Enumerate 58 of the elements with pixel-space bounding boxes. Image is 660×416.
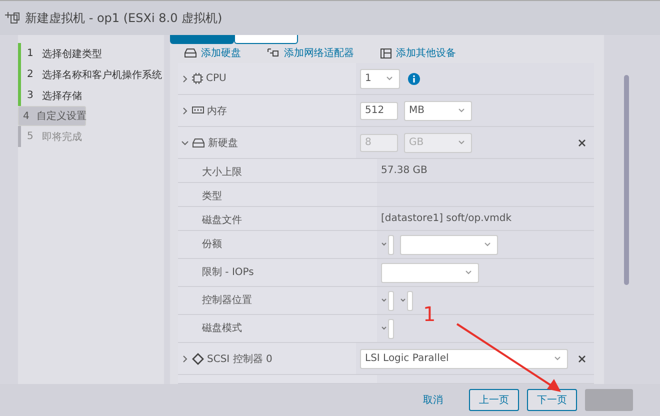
info-icon[interactable] <box>408 72 420 84</box>
field-label: 磁盘文件 <box>202 214 242 227</box>
field-label: 控制器位置 <box>202 294 252 307</box>
tab[interactable] <box>234 35 298 44</box>
caret-icon <box>381 242 387 247</box>
annotation-number: 1 <box>423 302 436 326</box>
field-label: 大小上限 <box>202 166 242 179</box>
cancel-button[interactable]: 取消 <box>417 389 449 411</box>
chevron-icon[interactable] <box>181 106 189 114</box>
number-field[interactable]: 512 <box>360 102 398 120</box>
controller-icon <box>192 352 204 364</box>
dropdown[interactable]: MB <box>404 100 472 120</box>
collapsed-dropdown[interactable] <box>381 290 394 310</box>
caret-icon <box>386 76 393 81</box>
collapsed-dropdown[interactable] <box>381 234 394 254</box>
scrollbar-thumb[interactable] <box>624 75 629 285</box>
field-label: 类型 <box>202 190 222 203</box>
caret-icon <box>400 298 406 303</box>
field-label: 磁盘模式 <box>202 322 242 335</box>
close-icon[interactable] <box>578 138 586 146</box>
section-label: CPU <box>206 73 226 84</box>
dropdown[interactable]: 1 <box>360 68 400 88</box>
dropdown[interactable]: LSI Logic Parallel <box>360 348 568 368</box>
new-vm-icon <box>4 11 20 25</box>
section-label: 新硬盘 <box>208 136 238 150</box>
field-label: 限制 - IOPs <box>202 266 254 279</box>
chevron-icon[interactable] <box>181 138 189 146</box>
field-value: 57.38 GB <box>381 165 428 176</box>
nav-button[interactable]: 上一页 <box>469 389 519 411</box>
device-icon <box>380 48 392 58</box>
section-label: SCSI 控制器 0 <box>207 352 272 366</box>
wizard-step[interactable]: 4 自定义设置 <box>18 106 86 126</box>
field-label: 份额 <box>202 238 222 251</box>
caret-icon <box>484 242 491 247</box>
close-icon[interactable] <box>578 354 586 362</box>
caret-icon <box>458 108 465 113</box>
nav-button[interactable]: 下一页 <box>527 389 577 411</box>
network-icon <box>267 48 280 58</box>
window-title: 新建虚拟机 - op1 (ESXi 8.0 虚拟机) <box>25 10 222 26</box>
wizard-step[interactable]: 1 选择创建类型 <box>18 43 164 64</box>
wizard-step[interactable]: 2 选择名称和客户机操作系统 <box>18 64 164 85</box>
wizard-step[interactable]: 5 即将完成 <box>18 126 164 147</box>
caret-icon <box>554 356 561 361</box>
toolbar-link[interactable]: 添加网络适配器 <box>267 46 354 60</box>
toolbar-link[interactable]: 添加硬盘 <box>184 46 241 60</box>
field-value: [datastore1] soft/op.vmdk <box>381 213 512 224</box>
caret-icon <box>465 270 472 275</box>
caret-icon <box>381 298 387 303</box>
caret-icon <box>381 326 387 331</box>
caret-icon <box>458 140 465 145</box>
chevron-icon[interactable] <box>181 74 189 82</box>
chevron-icon[interactable] <box>181 354 189 362</box>
collapsed-dropdown[interactable] <box>400 290 413 310</box>
memory-icon <box>192 106 204 115</box>
toolbar-link[interactable]: 添加其他设备 <box>380 46 456 60</box>
chip-icon <box>192 73 203 84</box>
collapsed-dropdown[interactable] <box>381 318 394 338</box>
section-label: 内存 <box>207 104 227 118</box>
